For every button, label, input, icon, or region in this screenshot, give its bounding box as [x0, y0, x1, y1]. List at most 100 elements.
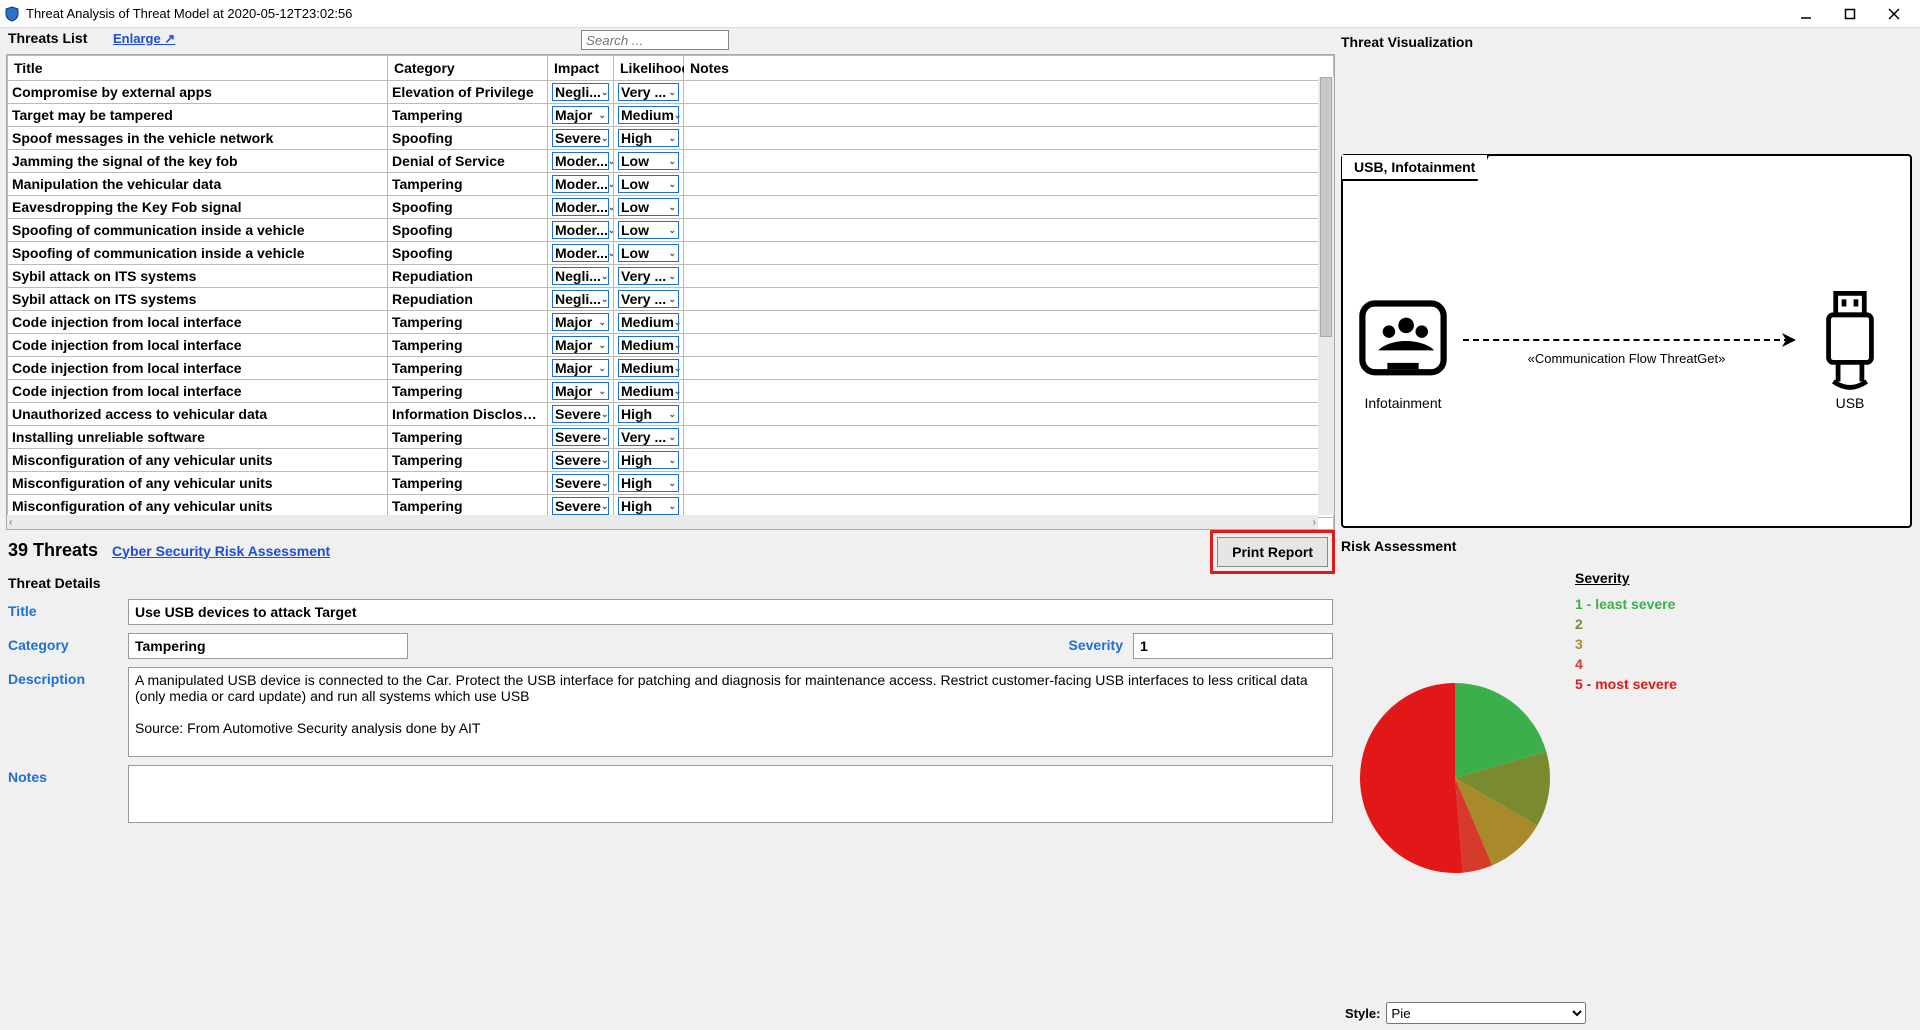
enlarge-link[interactable]: Enlarge ↗ — [113, 31, 175, 46]
likelihood-select[interactable]: Low⌄ — [618, 152, 679, 170]
table-row[interactable]: Installing unreliable softwareTamperingS… — [8, 426, 1334, 449]
likelihood-select[interactable]: High⌄ — [618, 405, 679, 423]
likelihood-select[interactable]: High⌄ — [618, 497, 679, 515]
risk-legend: Severity 1 - least severe2345 - most sev… — [1575, 560, 1908, 996]
impact-select[interactable]: Severe⌄ — [552, 451, 609, 469]
window-title: Threat Analysis of Threat Model at 2020-… — [26, 6, 1784, 21]
col-title[interactable]: Title — [8, 56, 388, 81]
impact-select[interactable]: Major⌄ — [552, 336, 609, 354]
impact-select[interactable]: Major⌄ — [552, 313, 609, 331]
table-row[interactable]: Code injection from local interfaceTampe… — [8, 334, 1334, 357]
table-row[interactable]: Sybil attack on ITS systemsRepudiationNe… — [8, 265, 1334, 288]
impact-select[interactable]: Negli...⌄ — [552, 83, 609, 101]
likelihood-select[interactable]: High⌄ — [618, 451, 679, 469]
col-likelihood[interactable]: Likelihood — [614, 56, 684, 81]
table-row[interactable]: Target may be tamperedTamperingMajor⌄Med… — [8, 104, 1334, 127]
table-row[interactable]: Compromise by external appsElevation of … — [8, 81, 1334, 104]
likelihood-select[interactable]: Very ...⌄ — [618, 428, 679, 446]
viz-node-infotainment[interactable]: Infotainment — [1353, 291, 1453, 411]
vertical-scrollbar[interactable] — [1318, 77, 1334, 515]
table-row[interactable]: Misconfiguration of any vehicular unitsT… — [8, 449, 1334, 472]
impact-select[interactable]: Moder...⌄ — [552, 244, 609, 262]
window-minimize-button[interactable] — [1784, 0, 1828, 28]
impact-select[interactable]: Severe⌄ — [552, 497, 609, 515]
impact-select[interactable]: Major⌄ — [552, 382, 609, 400]
impact-select[interactable]: Severe⌄ — [552, 428, 609, 446]
cell-category: Tampering — [388, 334, 548, 357]
cell-title: Spoof messages in the vehicle network — [8, 127, 388, 150]
risk-assessment-link[interactable]: Cyber Security Risk Assessment — [112, 543, 330, 559]
impact-select[interactable]: Moder...⌄ — [552, 152, 609, 170]
chevron-down-icon: ⌄ — [598, 317, 606, 328]
likelihood-select[interactable]: Low⌄ — [618, 221, 679, 239]
risk-style-select[interactable]: Pie — [1386, 1002, 1586, 1024]
likelihood-select[interactable]: Medium⌄ — [618, 336, 679, 354]
likelihood-select[interactable]: Medium⌄ — [618, 359, 679, 377]
pie-slice — [1360, 683, 1463, 873]
impact-select[interactable]: Severe⌄ — [552, 405, 609, 423]
likelihood-select[interactable]: Medium⌄ — [618, 382, 679, 400]
likelihood-select[interactable]: Medium⌄ — [618, 106, 679, 124]
table-row[interactable]: Code injection from local interfaceTampe… — [8, 357, 1334, 380]
detail-description-field[interactable]: A manipulated USB device is connected to… — [128, 667, 1333, 757]
legend-item: 5 - most severe — [1575, 676, 1908, 692]
viz-edge[interactable]: «Communication Flow ThreatGet» — [1453, 321, 1800, 381]
impact-select[interactable]: Moder...⌄ — [552, 175, 609, 193]
cell-title: Sybil attack on ITS systems — [8, 265, 388, 288]
table-row[interactable]: Spoof messages in the vehicle networkSpo… — [8, 127, 1334, 150]
search-input[interactable] — [581, 30, 729, 50]
print-report-button[interactable]: Print Report — [1217, 537, 1328, 567]
table-row[interactable]: Code injection from local interfaceTampe… — [8, 380, 1334, 403]
chevron-down-icon: ⌄ — [668, 294, 676, 305]
impact-select[interactable]: Severe⌄ — [552, 474, 609, 492]
viz-node-usb[interactable]: USB — [1800, 291, 1900, 411]
impact-select[interactable]: Moder...⌄ — [552, 198, 609, 216]
chevron-down-icon: ⌄ — [608, 156, 614, 167]
table-row[interactable]: Code injection from local interfaceTampe… — [8, 311, 1334, 334]
visualization-box-label: USB, Infotainment — [1342, 155, 1489, 181]
table-row[interactable]: Spoofing of communication inside a vehic… — [8, 242, 1334, 265]
impact-select[interactable]: Moder...⌄ — [552, 221, 609, 239]
likelihood-select[interactable]: High⌄ — [618, 474, 679, 492]
col-impact[interactable]: Impact — [548, 56, 614, 81]
window-maximize-button[interactable] — [1828, 0, 1872, 28]
table-row[interactable]: Manipulation the vehicular dataTampering… — [8, 173, 1334, 196]
cell-category: Spoofing — [388, 196, 548, 219]
cell-notes — [684, 150, 1334, 173]
window-close-button[interactable] — [1872, 0, 1916, 28]
chevron-down-icon: ⌄ — [668, 225, 676, 236]
likelihood-select[interactable]: Very ...⌄ — [618, 83, 679, 101]
likelihood-select[interactable]: Low⌄ — [618, 244, 679, 262]
table-row[interactable]: Misconfiguration of any vehicular unitsT… — [8, 472, 1334, 495]
print-report-highlight: Print Report — [1210, 530, 1335, 574]
likelihood-select[interactable]: Very ...⌄ — [618, 290, 679, 308]
table-row[interactable]: Jamming the signal of the key fobDenial … — [8, 150, 1334, 173]
col-notes[interactable]: Notes — [684, 56, 1334, 81]
likelihood-select[interactable]: Low⌄ — [618, 175, 679, 193]
impact-select[interactable]: Negli...⌄ — [552, 290, 609, 308]
cell-notes — [684, 311, 1334, 334]
likelihood-select[interactable]: Very ...⌄ — [618, 267, 679, 285]
detail-category-field[interactable] — [128, 633, 408, 659]
table-row[interactable]: Sybil attack on ITS systemsRepudiationNe… — [8, 288, 1334, 311]
likelihood-select[interactable]: Medium⌄ — [618, 313, 679, 331]
detail-notes-field[interactable] — [128, 765, 1333, 823]
detail-title-field[interactable] — [128, 599, 1333, 625]
impact-select[interactable]: Major⌄ — [552, 359, 609, 377]
likelihood-select[interactable]: Low⌄ — [618, 198, 679, 216]
chevron-down-icon: ⌄ — [674, 340, 682, 351]
table-row[interactable]: Eavesdropping the Key Fob signalSpoofing… — [8, 196, 1334, 219]
cell-notes — [684, 242, 1334, 265]
likelihood-select[interactable]: High⌄ — [618, 129, 679, 147]
col-category[interactable]: Category — [388, 56, 548, 81]
horizontal-scrollbar[interactable]: ‹› — [7, 515, 1318, 529]
table-row[interactable]: Spoofing of communication inside a vehic… — [8, 219, 1334, 242]
cell-notes — [684, 288, 1334, 311]
chevron-down-icon: ⌄ — [598, 340, 606, 351]
impact-select[interactable]: Major⌄ — [552, 106, 609, 124]
visualization-canvas[interactable]: USB, Infotainment Infotainment — [1341, 154, 1912, 528]
detail-severity-field[interactable] — [1133, 633, 1333, 659]
impact-select[interactable]: Negli...⌄ — [552, 267, 609, 285]
table-row[interactable]: Unauthorized access to vehicular dataInf… — [8, 403, 1334, 426]
impact-select[interactable]: Severe⌄ — [552, 129, 609, 147]
